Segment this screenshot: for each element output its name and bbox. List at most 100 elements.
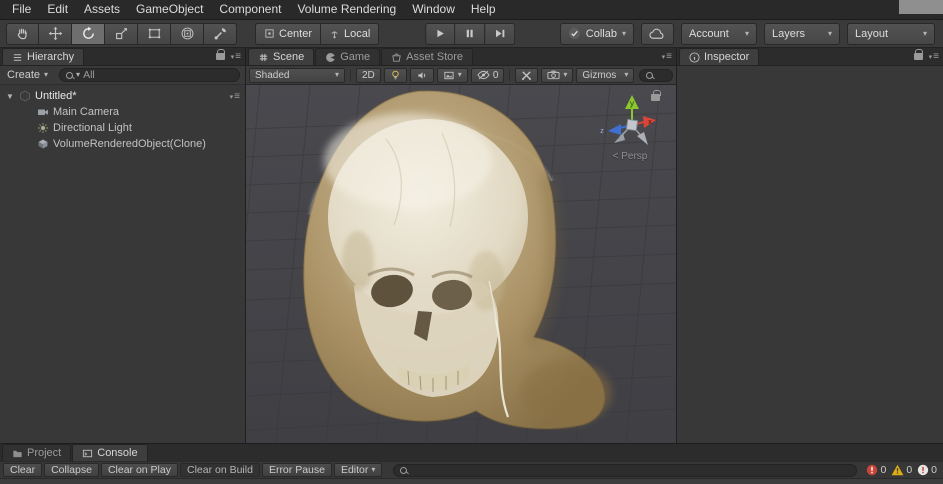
console-editor-dropdown[interactable]: Editor ▾ xyxy=(333,463,383,477)
tab-asset-store[interactable]: Asset Store xyxy=(381,48,474,65)
pivot-center-icon xyxy=(265,29,274,38)
tab-console[interactable]: Console xyxy=(72,444,148,461)
console-collapse-button[interactable]: Collapse xyxy=(44,463,99,477)
error-icon xyxy=(867,464,878,476)
console-search[interactable] xyxy=(393,463,858,477)
chevron-down-icon: ▾ xyxy=(563,70,568,79)
hidden-count-label: 0 xyxy=(492,69,499,81)
hierarchy-item-main-camera[interactable]: Main Camera xyxy=(0,104,245,120)
shading-mode-dropdown[interactable]: Shaded ▾ xyxy=(249,67,345,83)
lock-icon[interactable] xyxy=(215,49,226,60)
pivot-local-button[interactable]: Local xyxy=(321,22,380,45)
list-icon xyxy=(13,53,22,61)
search-icon xyxy=(646,71,654,79)
tab-hierarchy[interactable]: Hierarchy xyxy=(2,48,85,65)
lock-icon[interactable] xyxy=(913,49,924,60)
error-count-toggle[interactable]: 0 xyxy=(866,464,886,476)
scale-icon xyxy=(115,28,127,40)
pane-menu-icon[interactable]: ▾ ≡ xyxy=(929,51,939,62)
play-controls xyxy=(424,22,515,45)
chevron-down-icon: ▾ xyxy=(744,28,749,38)
camera-icon xyxy=(38,109,48,115)
tab-scene[interactable]: Scene xyxy=(248,48,315,65)
lock-icon[interactable] xyxy=(651,90,661,101)
hand-tool-button[interactable] xyxy=(6,22,39,45)
chevron-down-icon: ▾ xyxy=(371,465,376,474)
hierarchy-tabbar: Hierarchy ▾ ≡ xyxy=(0,48,245,66)
tab-game[interactable]: Game xyxy=(315,48,381,65)
scene-search[interactable] xyxy=(639,68,673,82)
pane-menu-icon[interactable]: ▾ ≡ xyxy=(231,51,241,62)
account-dropdown[interactable]: Account ▾ xyxy=(681,22,757,45)
pause-button[interactable] xyxy=(454,22,485,45)
scene-visibility-toggle[interactable]: 0 xyxy=(470,67,505,83)
scene-effects-dropdown[interactable]: ▾ xyxy=(436,67,468,83)
step-button[interactable] xyxy=(484,22,515,45)
scene-camera-dropdown[interactable]: ▾ xyxy=(541,67,574,83)
wrench-icon xyxy=(214,28,226,40)
rotate-tool-button[interactable] xyxy=(72,22,105,45)
chevron-down-icon: ▾ xyxy=(334,70,339,79)
persp-toggle[interactable]: < Persp xyxy=(592,151,668,162)
create-dropdown[interactable]: Create ▾ xyxy=(5,69,50,81)
gizmos-label: Gizmos xyxy=(582,69,617,81)
hierarchy-item-volume-rendered-object[interactable]: VolumeRenderedObject(Clone) xyxy=(0,136,245,152)
info-count-toggle[interactable]: 0 xyxy=(917,464,937,476)
2d-toggle-button[interactable]: 2D xyxy=(356,67,381,83)
scene-panel: Scene Game Asset Store ▾ ≡ Shaded ▾ 2D ▾… xyxy=(246,48,676,443)
hierarchy-panel: Hierarchy ▾ ≡ Create ▾ ▾ All ▼ Untitled*… xyxy=(0,48,246,443)
pane-menu-icon[interactable]: ▾ ≡ xyxy=(662,51,672,62)
scale-tool-button[interactable] xyxy=(105,22,138,45)
play-button[interactable] xyxy=(424,22,455,45)
menu-volume-rendering[interactable]: Volume Rendering xyxy=(289,0,404,19)
custom-tool-button[interactable] xyxy=(204,22,237,45)
hierarchy-search[interactable]: ▾ xyxy=(59,68,240,82)
menu-window[interactable]: Window xyxy=(404,0,463,19)
scene-lighting-button[interactable] xyxy=(383,67,407,83)
menu-component[interactable]: Component xyxy=(211,0,289,19)
console-clear-button[interactable]: Clear xyxy=(3,463,43,477)
layout-label: Layout xyxy=(855,27,889,40)
menu-assets[interactable]: Assets xyxy=(76,0,128,19)
hierarchy-scene-row[interactable]: ▼ Untitled* ▾ ≡ xyxy=(0,88,245,104)
console-search-input[interactable] xyxy=(411,464,851,476)
menu-edit[interactable]: Edit xyxy=(39,0,76,19)
menu-help[interactable]: Help xyxy=(463,0,504,19)
tab-project[interactable]: Project xyxy=(2,444,72,461)
scene-audio-button[interactable] xyxy=(409,67,434,83)
transform-tools-group xyxy=(6,22,237,45)
create-label: Create xyxy=(7,69,41,81)
layers-dropdown[interactable]: Layers ▾ xyxy=(764,22,840,45)
transform-combined-tool-button[interactable] xyxy=(171,22,204,45)
scene-row-menu-icon[interactable]: ▾ ≡ xyxy=(230,91,240,102)
tab-inspector[interactable]: Inspector xyxy=(679,48,760,65)
orientation-gizmo[interactable]: y x z < Persp xyxy=(592,93,668,162)
gizmos-dropdown[interactable]: Gizmos ▾ xyxy=(576,67,635,83)
camera-icon xyxy=(547,70,560,80)
collab-button[interactable]: Collab ▾ xyxy=(559,22,634,45)
menu-gameobject[interactable]: GameObject xyxy=(128,0,211,19)
separator xyxy=(350,69,351,81)
unity-editor-window: File Edit Assets GameObject Component Vo… xyxy=(0,0,943,484)
editor-tools-button[interactable] xyxy=(515,67,539,83)
shading-mode-label: Shaded xyxy=(255,69,290,81)
scene-tabbar: Scene Game Asset Store ▾ ≡ xyxy=(246,48,676,66)
console-clear-on-build-button[interactable]: Clear on Build xyxy=(179,463,260,477)
console-clear-on-play-button[interactable]: Clear on Play xyxy=(100,463,178,477)
chevron-down-icon: ▾ xyxy=(621,28,626,38)
rect-tool-button[interactable] xyxy=(138,22,171,45)
hierarchy-search-input[interactable] xyxy=(83,69,233,81)
info-icon xyxy=(689,51,700,63)
console-error-pause-button[interactable]: Error Pause xyxy=(261,463,332,477)
folder-icon xyxy=(13,450,22,457)
hierarchy-item-directional-light[interactable]: Directional Light xyxy=(0,120,245,136)
scene-viewport[interactable]: y x z < Persp xyxy=(246,85,676,443)
foldout-icon[interactable]: ▼ xyxy=(5,92,15,101)
pivot-center-button[interactable]: Center xyxy=(255,22,322,45)
menu-file[interactable]: File xyxy=(4,0,39,19)
cloud-button[interactable] xyxy=(641,22,674,45)
move-tool-button[interactable] xyxy=(39,22,72,45)
warning-count-toggle[interactable]: 0 xyxy=(891,464,912,476)
layout-dropdown[interactable]: Layout ▾ xyxy=(847,22,935,45)
info-message-icon xyxy=(917,464,929,476)
